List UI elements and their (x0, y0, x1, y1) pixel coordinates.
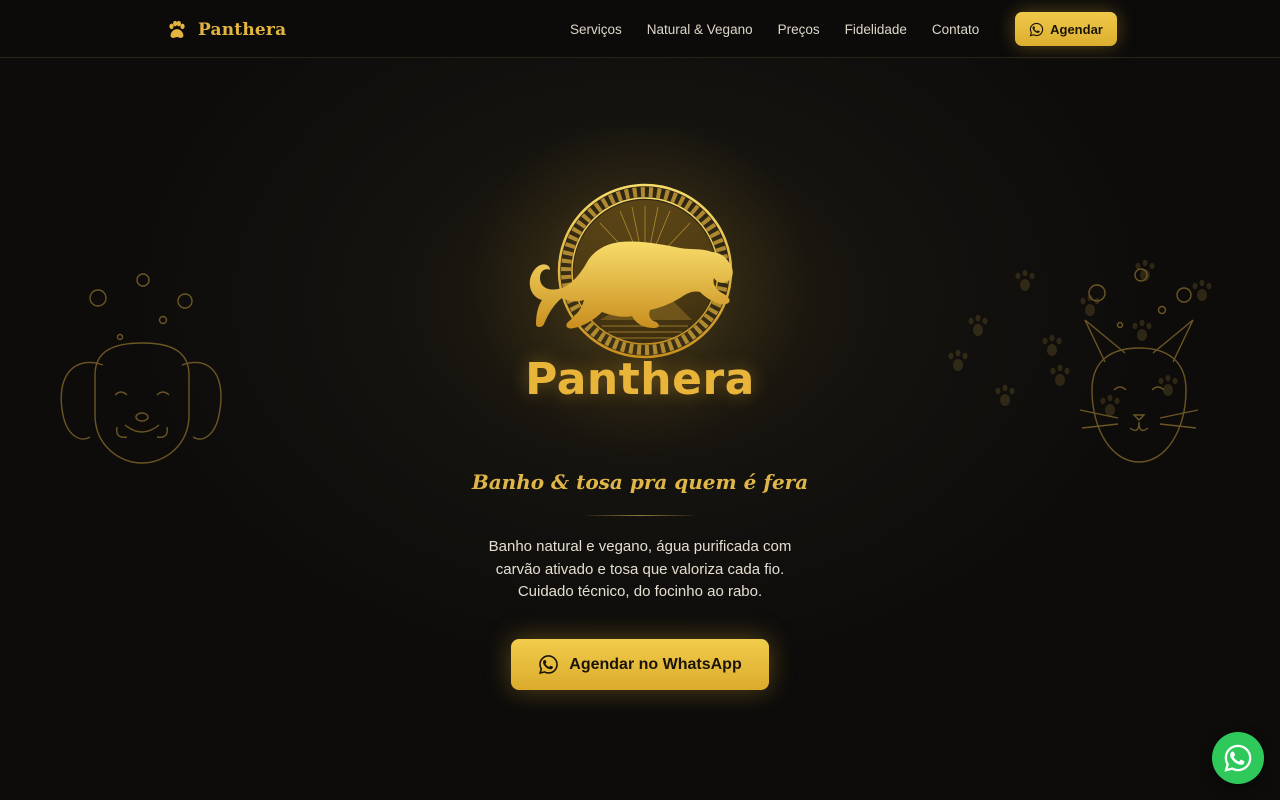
agendar-button-label: Agendar (1050, 21, 1103, 37)
brand-logo[interactable]: Panthera (166, 16, 286, 44)
cat-line-icon (948, 259, 1212, 463)
agendar-whatsapp-button[interactable]: Agendar no WhatsApp (511, 639, 769, 690)
agendar-whatsapp-label: Agendar no WhatsApp (569, 655, 742, 673)
hero-description-line: carvão ativado e tosa que valoriza cada … (495, 560, 785, 578)
logo-wordmark: Panthera (525, 354, 755, 405)
hero-logo: Panthera (460, 128, 820, 468)
panther-emblem-icon (529, 183, 733, 359)
nav-links: Serviços Natural & Vegano Preços Fidelid… (570, 0, 979, 58)
hero-description-line: Banho natural e vegano, água purificada … (488, 538, 792, 555)
tagline-divider (587, 515, 693, 516)
floating-whatsapp-button[interactable] (1212, 732, 1264, 784)
nav-link-precos[interactable]: Preços (778, 22, 820, 37)
paw-icon (169, 20, 185, 38)
top-navbar: Panthera Serviços Natural & Vegano Preço… (0, 0, 1280, 58)
whatsapp-icon (1224, 744, 1252, 772)
dog-line-icon (60, 273, 222, 464)
hero-tagline: Banho & tosa pra quem é fera (471, 470, 809, 494)
whatsapp-icon (1029, 22, 1044, 36)
nav-link-fidelidade[interactable]: Fidelidade (845, 22, 907, 37)
nav-link-contato[interactable]: Contato (932, 22, 979, 37)
nav-link-natural-vegano[interactable]: Natural & Vegano (647, 22, 753, 37)
agendar-button[interactable]: Agendar (1015, 12, 1117, 46)
nav-link-servicos[interactable]: Serviços (570, 22, 622, 37)
hero-description: Banho natural e vegano, água purificada … (440, 536, 840, 604)
whatsapp-icon (539, 655, 559, 675)
brand-name: Panthera (198, 20, 287, 40)
hero-description-line: Cuidado técnico, do focinho ao rabo. (517, 583, 763, 600)
